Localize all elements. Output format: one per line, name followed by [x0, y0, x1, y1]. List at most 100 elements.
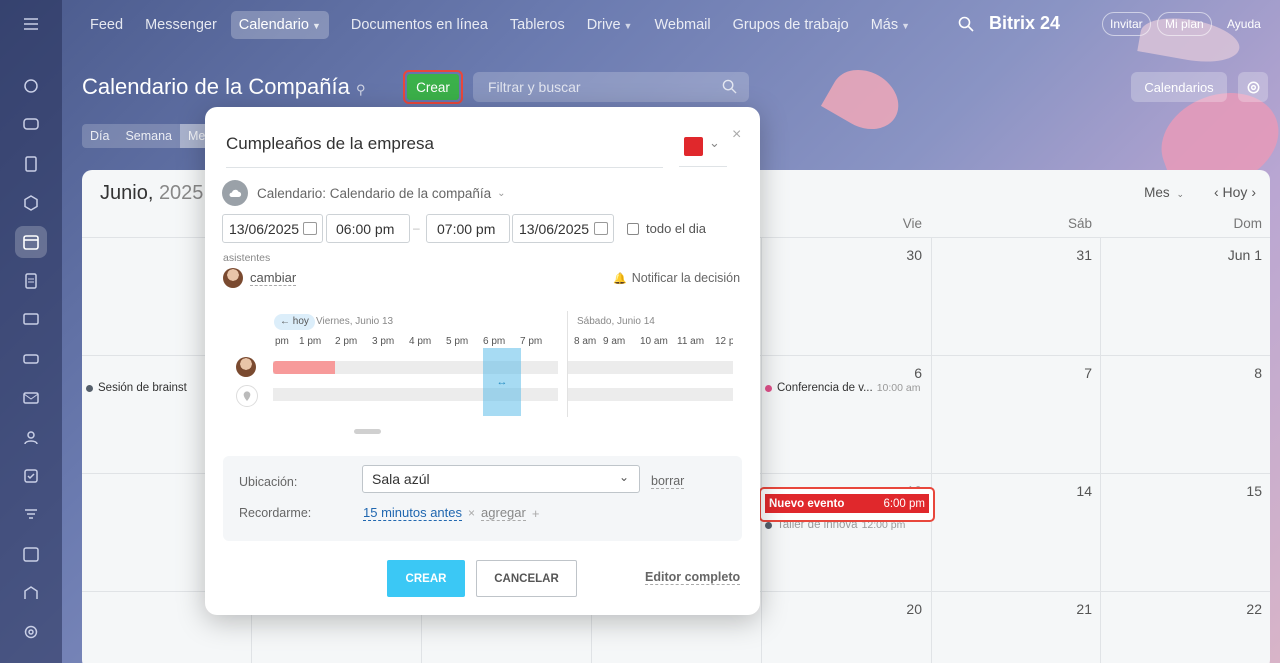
calendar-event[interactable]: Conferencia de v... 10:00 am — [765, 382, 920, 394]
help-link[interactable]: Ayuda — [1227, 17, 1261, 31]
start-time-field[interactable]: 06:00 pm — [326, 214, 410, 243]
view-day[interactable]: Día — [82, 124, 117, 148]
day-number[interactable]: 20 — [842, 601, 922, 617]
month-name: Junio, — [100, 182, 154, 204]
grid-line — [761, 237, 762, 663]
chevron-right-icon[interactable]: › — [1251, 184, 1256, 200]
today-nav[interactable]: ‹ Hoy › — [1214, 184, 1256, 200]
notify-decision[interactable]: 🔔 Notificar la decisión — [613, 271, 740, 285]
calendar-icon[interactable] — [303, 222, 317, 235]
reminder-value[interactable]: 15 minutos antes — [363, 505, 463, 521]
end-time-field[interactable]: 07:00 pm — [426, 214, 510, 243]
activity-icon[interactable] — [15, 70, 47, 102]
filter-search-input[interactable]: Filtrar y buscar — [473, 72, 749, 102]
calendar-icon[interactable] — [15, 226, 47, 258]
close-icon[interactable]: × — [732, 126, 741, 144]
top-navigation: Feed Messenger Calendario ▼ Documentos en… — [62, 0, 1280, 50]
calendar-icon[interactable] — [594, 222, 608, 235]
day-number[interactable]: 7 — [1012, 365, 1092, 381]
cancel-button[interactable]: CANCELAR — [476, 560, 577, 597]
change-link[interactable]: cambiar — [250, 270, 297, 286]
chevron-down-icon: ⌄ — [709, 135, 720, 150]
menu-icon[interactable] — [15, 8, 47, 40]
planner-resize-handle[interactable] — [354, 429, 381, 434]
group-icon[interactable] — [15, 421, 47, 453]
search-icon[interactable] — [958, 16, 974, 32]
board-icon[interactable] — [15, 304, 47, 336]
selected-slot[interactable]: ↔ — [483, 348, 521, 416]
weekday-header: Dom — [1233, 216, 1262, 231]
nav-calendario[interactable]: Calendario ▼ — [230, 11, 329, 39]
nav-grupos[interactable]: Grupos de trabajo — [733, 17, 849, 33]
view-select[interactable]: Mes ⌄ — [1144, 185, 1184, 200]
remove-reminder-icon[interactable]: × — [468, 506, 475, 520]
pin-icon[interactable]: ⚲ — [356, 82, 366, 97]
year: 2025 — [158, 182, 204, 204]
day-number[interactable]: 22 — [1182, 601, 1262, 617]
invite-button[interactable]: Invitar — [1102, 12, 1151, 36]
nav-tableros[interactable]: Tableros — [510, 17, 565, 33]
day-number[interactable]: Jun 1 — [1182, 247, 1262, 263]
nav-feed[interactable]: Feed — [90, 17, 123, 33]
location-select[interactable]: Sala azúl ⌄ — [362, 465, 640, 493]
calendar-event[interactable]: Sesión de brainst — [86, 382, 187, 394]
filter-icon[interactable] — [15, 499, 47, 531]
nav-messenger[interactable]: Messenger — [145, 17, 217, 33]
day-number[interactable]: 14 — [1012, 483, 1092, 499]
day-number[interactable]: 15 — [1182, 483, 1262, 499]
full-editor-link[interactable]: Editor completo — [645, 570, 741, 585]
add-reminder-link[interactable]: agregar — [481, 505, 526, 521]
create-button[interactable]: Crear — [407, 74, 459, 100]
day-number[interactable]: 31 — [1012, 247, 1092, 263]
drive-icon[interactable] — [15, 343, 47, 375]
calendar-selector[interactable]: Calendario: Calendario de la compañía ⌄ — [222, 180, 506, 206]
day-number[interactable]: 30 — [842, 247, 922, 263]
day-number[interactable]: 6 — [842, 365, 922, 381]
chevron-left-icon[interactable]: ‹ — [1214, 184, 1219, 200]
view-week[interactable]: Semana — [117, 124, 180, 148]
new-event-chip[interactable]: Nuevo evento 6:00 pm — [765, 494, 929, 513]
chevron-down-icon: ▼ — [311, 21, 321, 31]
nav-mas[interactable]: Más ▼ — [871, 17, 910, 33]
plus-icon[interactable]: + — [532, 506, 540, 521]
hexagon-icon[interactable] — [15, 187, 47, 219]
day-number[interactable]: 8 — [1182, 365, 1262, 381]
create-event-button[interactable]: CREAR — [387, 560, 465, 597]
checkbox-box[interactable] — [627, 222, 639, 235]
day-number[interactable]: 21 — [1012, 601, 1092, 617]
view-select-label: Mes — [1144, 185, 1170, 200]
file-icon[interactable] — [15, 265, 47, 297]
bitrix-logo[interactable]: Bitrix 24 — [989, 13, 1060, 34]
store-icon[interactable] — [15, 577, 47, 609]
event-title-input[interactable]: Cumpleaños de la empresa — [226, 134, 663, 168]
clear-location-link[interactable]: borrar — [651, 474, 685, 489]
all-day-checkbox[interactable]: todo el dia — [627, 221, 706, 236]
task-icon[interactable] — [15, 460, 47, 492]
calendar-selector-label: Calendario: Calendario de la compañía — [257, 185, 492, 201]
mail-icon[interactable] — [15, 382, 47, 414]
nav-documentos[interactable]: Documentos en línea — [351, 17, 488, 33]
document-icon[interactable] — [15, 148, 47, 180]
today-label[interactable]: Hoy — [1223, 184, 1248, 200]
today-chip[interactable]: ← hoy — [274, 314, 315, 330]
nav-webmail[interactable]: Webmail — [654, 17, 710, 33]
attendees-change[interactable]: cambiar — [223, 268, 297, 288]
resize-icon[interactable]: ↔ — [497, 376, 508, 388]
my-plan-button[interactable]: Mi plan — [1157, 12, 1212, 36]
availability-planner: ← hoy Viernes, Junio 13 Sábado, Junio 14… — [225, 307, 740, 442]
settings-icon[interactable] — [15, 616, 47, 648]
start-date-field[interactable]: 13/06/2025 — [222, 214, 323, 243]
grid-line — [931, 237, 932, 663]
schedule-icon[interactable] — [15, 538, 47, 570]
color-picker[interactable]: ⌄ — [679, 135, 727, 167]
calendars-button[interactable]: Calendarios — [1131, 72, 1227, 102]
planner-day: Viernes, Junio 13 — [316, 316, 394, 327]
gear-icon[interactable] — [1238, 72, 1268, 102]
end-date-field[interactable]: 13/06/2025 — [512, 214, 614, 243]
nav-drive[interactable]: Drive ▼ — [587, 17, 633, 33]
location-timeline — [568, 388, 733, 401]
search-placeholder: Filtrar y buscar — [488, 79, 581, 95]
cloud-icon — [222, 180, 248, 206]
attendee-timeline — [568, 361, 733, 374]
chat-icon[interactable] — [15, 109, 47, 141]
